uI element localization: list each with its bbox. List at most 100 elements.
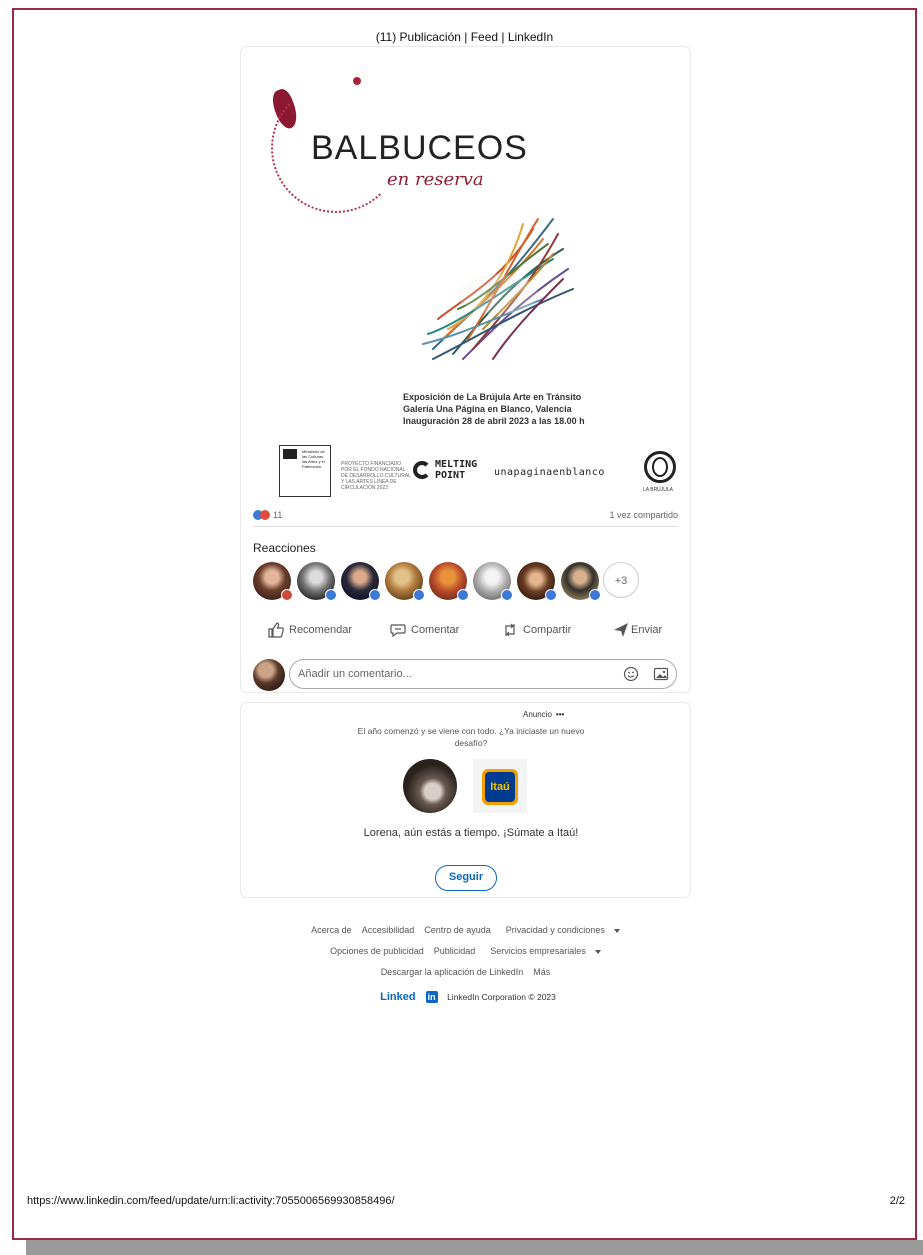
comment-label: Comentar (411, 624, 460, 636)
yarn-sculpture-artwork (422, 218, 574, 360)
print-page-number: 2/2 (889, 1195, 905, 1207)
footer-link-privacy[interactable]: Privacidad y condiciones (501, 925, 620, 935)
linkedin-logo-text: Linked (380, 991, 416, 1003)
itau-logo-text: Itaú (485, 772, 515, 802)
print-header-title: (11) Publicación | Feed | LinkedIn (375, 30, 554, 44)
like-badge-icon (501, 589, 513, 601)
chevron-down-icon (594, 949, 601, 954)
globe-icon (644, 451, 676, 483)
post-image[interactable]: BALBUCEOS en reserva Exposición de La Br… (253, 59, 678, 509)
comment-composer: Añadir un comentario... (253, 657, 678, 691)
sponsor-logos: Ministerio de las Culturas, las Artes y … (279, 445, 679, 499)
love-badge-icon (281, 589, 293, 601)
like-badge-icon (325, 589, 337, 601)
send-icon (614, 623, 628, 638)
melting-point-logo-text: MELTING POINT (435, 459, 478, 481)
like-badge-icon (413, 589, 425, 601)
footer-link-ad-options[interactable]: Opciones de publicidad (330, 946, 424, 956)
image-icon[interactable] (653, 666, 669, 682)
poster-subtitle: en reserva (387, 169, 484, 190)
footer-link-advertising[interactable]: Publicidad (434, 946, 476, 956)
reactor-avatar[interactable] (341, 562, 381, 601)
reactor-avatars: +3 (253, 562, 678, 602)
emoji-icon[interactable] (623, 666, 639, 682)
ad-card: Anuncio ••• El año comenzó y se viene con… (240, 702, 691, 898)
share-count[interactable]: 1 vez compartido (609, 510, 678, 520)
poster-detail-line: Galería Una Página en Blanco, Valencia (403, 404, 572, 414)
send-label: Enviar (631, 624, 663, 636)
like-badge-icon (369, 589, 381, 601)
chevron-down-icon (613, 928, 620, 933)
reactor-avatar[interactable] (473, 562, 513, 601)
footer-link-more[interactable]: Más (533, 967, 550, 977)
ad-user-avatar (403, 759, 457, 813)
more-reactors-button[interactable]: +3 (603, 562, 639, 598)
linkedin-logo: Linked in (375, 991, 442, 1003)
window-bottom-bar (26, 1240, 923, 1255)
like-badge-icon (545, 589, 557, 601)
ad-headline: Lorena, aún estás a tiempo. ¡Súmate a It… (363, 827, 579, 839)
love-reaction-icon (260, 509, 270, 520)
reactor-avatar[interactable] (297, 562, 337, 601)
footer-link-about[interactable]: Acerca de (311, 925, 352, 935)
footer-row: Opciones de publicidad Publicidad Servicio… (240, 941, 691, 962)
post-card: BALBUCEOS en reserva Exposición de La Br… (240, 46, 691, 693)
ad-text: El año comenzó y se viene con todo. ¿Ya … (357, 726, 585, 748)
poster-details: Exposición de La Brújula Arte en Tránsit… (403, 391, 585, 427)
brujula-logo-text: LA BRÚJULA (643, 487, 674, 493)
copyright: LinkedIn Corporation © 2023 (447, 992, 556, 1002)
footer: Acerca de Accesibilidad Centro de ayuda Pri… (240, 920, 691, 1008)
footer-link-business[interactable]: Servicios empresariales (485, 946, 601, 956)
reactor-avatar[interactable] (517, 562, 557, 601)
company-logo[interactable]: Itaú (473, 759, 527, 813)
reactions-heading: Reacciones (253, 541, 316, 555)
ministerio-logo: Ministerio de las Culturas, las Artes y … (279, 445, 331, 497)
melting-point-icon (413, 461, 431, 479)
linkedin-in-icon: in (425, 991, 438, 1003)
itau-logo-frame: Itaú (482, 769, 518, 805)
reaction-count[interactable]: 11 (273, 510, 282, 520)
footer-row: Acerca de Accesibilidad Centro de ayuda Pri… (240, 920, 691, 941)
footer-row: Descargar la aplicación de LinkedIn Más (240, 962, 691, 983)
repost-icon (505, 623, 515, 637)
post-actions: Recomendar Comentar Compartir Enviar (253, 617, 678, 643)
reactor-avatar[interactable] (253, 562, 293, 601)
ad-label-text: Anuncio (523, 710, 552, 719)
social-counts: 11 1 vez compartido (253, 509, 678, 525)
recommend-button[interactable]: Recomendar (267, 617, 352, 643)
funding-small-print: PROYECTO FINANCIADO POR EL FONDO NACIONA… (341, 461, 411, 491)
send-button[interactable]: Enviar (613, 617, 662, 643)
ad-label: Anuncio ••• (523, 710, 564, 719)
comment-button[interactable]: Comentar (389, 617, 459, 643)
business-label: Servicios empresariales (490, 946, 586, 956)
privacy-label: Privacidad y condiciones (505, 925, 605, 935)
like-badge-icon (589, 589, 601, 601)
print-footer-url: https://www.linkedin.com/feed/update/urn… (27, 1195, 395, 1207)
footer-link-download-app[interactable]: Descargar la aplicación de LinkedIn (381, 967, 524, 977)
like-badge-icon (457, 589, 469, 601)
footer-link-help[interactable]: Centro de ayuda (424, 925, 491, 935)
paint-drop (353, 77, 361, 85)
follow-button[interactable]: Seguir (435, 865, 497, 891)
current-user-avatar[interactable] (253, 659, 285, 691)
footer-copyright-row: Linked in LinkedIn Corporation © 2023 (240, 987, 691, 1008)
print-page-frame: (11) Publicación | Feed | LinkedIn BALBU… (12, 8, 917, 1240)
una-pagina-logo: unapaginaenblanco (494, 467, 605, 478)
comment-icon (390, 624, 406, 638)
reactor-avatar[interactable] (385, 562, 425, 601)
thumbs-up-icon (268, 622, 284, 638)
share-button[interactable]: Compartir (501, 617, 571, 643)
recommend-label: Recomendar (289, 624, 352, 636)
ministerio-logo-text: Ministerio de las Culturas, las Artes y … (302, 449, 325, 469)
reactor-avatar[interactable] (429, 562, 469, 601)
share-label: Compartir (523, 624, 572, 636)
poster-detail-line: Inauguración 28 de abril 2023 a las 18.0… (403, 416, 585, 426)
poster-detail-line: Exposición de La Brújula Arte en Tránsit… (403, 392, 582, 402)
comment-placeholder: Añadir un comentario... (298, 668, 412, 680)
more-options-icon[interactable]: ••• (556, 710, 564, 719)
comment-input[interactable]: Añadir un comentario... (289, 659, 677, 689)
footer-link-accessibility[interactable]: Accesibilidad (362, 925, 415, 935)
poster-title: BALBUCEOS (311, 129, 528, 167)
reactor-avatar[interactable] (561, 562, 601, 601)
divider (253, 526, 678, 527)
